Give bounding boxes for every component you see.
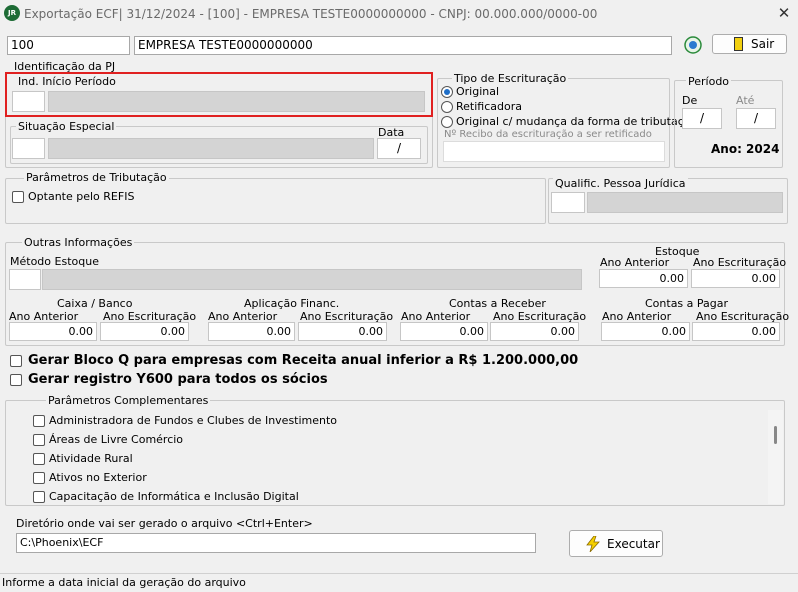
refis-label: Optante pelo REFIS xyxy=(28,190,135,203)
compl-item-label: Áreas de Livre Comércio xyxy=(49,433,184,446)
compl-item-label: Administradora de Fundos e Clubes de Inv… xyxy=(49,414,338,427)
receber-escrit-field[interactable]: 0.00 xyxy=(490,322,579,341)
bloco-q-label: Gerar Bloco Q para empresas com Receita … xyxy=(28,353,579,368)
complementares-scrollbar[interactable] xyxy=(768,410,783,504)
periodo-ano: Ano: 2024 xyxy=(711,142,780,156)
y600-label: Gerar registro Y600 para todos os sócios xyxy=(28,372,328,387)
compl-checkbox[interactable] xyxy=(33,415,45,427)
radio-mudanca-label: Original c/ mudança da forma de tributaç… xyxy=(456,115,698,128)
compl-item-label: Ativos no Exterior xyxy=(49,471,147,484)
refis-checkbox[interactable] xyxy=(12,191,24,203)
y600-checkbox[interactable] xyxy=(10,374,22,386)
bloco-q-checkbox[interactable] xyxy=(10,355,22,367)
ind-inicio-label: Ind. Início Período xyxy=(16,75,118,88)
caixa-escrit-field[interactable]: 0.00 xyxy=(100,322,189,341)
estoque-anterior-field[interactable]: 0.00 xyxy=(599,269,688,288)
recibo-field[interactable] xyxy=(443,141,665,162)
sair-button[interactable]: Sair xyxy=(712,34,787,54)
radio-mudanca-tributacao[interactable] xyxy=(441,116,453,128)
pagar-escrit-field[interactable]: 0.00 xyxy=(692,322,780,341)
executar-button[interactable]: Executar xyxy=(569,530,663,557)
refresh-icon[interactable] xyxy=(683,35,703,55)
empresa-codigo-field[interactable]: 100 xyxy=(7,36,130,55)
app-logo-icon: JR xyxy=(4,5,20,21)
situacao-data-field[interactable]: / xyxy=(377,138,421,159)
periodo-ate-label: Até xyxy=(736,94,755,107)
scrollbar-thumb[interactable] xyxy=(774,426,777,444)
diretorio-field[interactable]: C:\Phoenix\ECF xyxy=(16,533,536,553)
caixa-title: Caixa / Banco xyxy=(57,297,133,310)
compl-checkbox[interactable] xyxy=(33,472,45,484)
caixa-anterior-field[interactable]: 0.00 xyxy=(9,322,97,341)
complementares-legend: Parâmetros Complementares xyxy=(46,394,211,407)
ind-inicio-desc-field[interactable] xyxy=(48,91,425,112)
situacao-code-field[interactable] xyxy=(12,138,45,159)
door-icon xyxy=(734,37,743,51)
receber-title: Contas a Receber xyxy=(449,297,546,310)
window-title: Exportação ECF| 31/12/2024 - [100] - EMP… xyxy=(24,7,598,21)
compl-checkbox[interactable] xyxy=(33,453,45,465)
metodo-code-field[interactable] xyxy=(9,269,41,290)
pagar-anterior-field[interactable]: 0.00 xyxy=(601,322,690,341)
lightning-icon xyxy=(586,535,600,553)
qualific-code-field[interactable] xyxy=(551,192,585,213)
radio-original-label: Original xyxy=(456,85,500,98)
tipo-escrituracao-legend: Tipo de Escrituração xyxy=(452,72,569,85)
recibo-placeholder: Nº Recibo da escrituração a ser retifica… xyxy=(444,129,652,140)
metodo-estoque-label: Método Estoque xyxy=(10,255,99,268)
outras-legend: Outras Informações xyxy=(22,236,135,249)
receber-anterior-field[interactable]: 0.00 xyxy=(400,322,488,341)
metodo-desc-field[interactable] xyxy=(42,269,582,290)
diretorio-label: Diretório onde vai ser gerado o arquivo … xyxy=(16,517,313,530)
compl-item-label: Atividade Rural xyxy=(49,452,133,465)
periodo-legend: Período xyxy=(686,75,732,88)
qualific-desc-field[interactable] xyxy=(587,192,783,213)
close-icon[interactable]: ✕ xyxy=(776,4,792,22)
radio-retificadora[interactable] xyxy=(441,101,453,113)
aplicacao-title: Aplicação Financ. xyxy=(244,297,340,310)
compl-checkbox[interactable] xyxy=(33,491,45,503)
qualific-label: Qualific. Pessoa Jurídica xyxy=(553,177,688,190)
periodo-ate-field[interactable]: / xyxy=(736,108,776,129)
estoque-escrit-label: Ano Escrituração xyxy=(693,256,787,269)
empresa-nome-field[interactable]: EMPRESA TESTE0000000000 xyxy=(134,36,672,55)
pagar-title: Contas a Pagar xyxy=(645,297,729,310)
radio-retificadora-label: Retificadora xyxy=(456,100,522,113)
estoque-anterior-label: Ano Anterior xyxy=(600,256,670,269)
ind-inicio-code-field[interactable] xyxy=(12,91,45,112)
tributacao-legend: Parâmetros de Tributação xyxy=(24,171,169,184)
situacao-desc-field[interactable] xyxy=(48,138,374,159)
periodo-de-field[interactable]: / xyxy=(682,108,722,129)
periodo-de-label: De xyxy=(682,94,698,107)
status-text: Informe a data inicial da geração do arq… xyxy=(2,576,246,589)
situacao-label: Situação Especial xyxy=(16,120,117,133)
aplicacao-escrit-field[interactable]: 0.00 xyxy=(298,322,387,341)
estoque-escrit-field[interactable]: 0.00 xyxy=(691,269,780,288)
compl-item-label: Capacitação de Informática e Inclusão Di… xyxy=(49,490,299,503)
radio-original[interactable] xyxy=(441,86,453,98)
aplicacao-anterior-field[interactable]: 0.00 xyxy=(208,322,295,341)
compl-checkbox[interactable] xyxy=(33,434,45,446)
